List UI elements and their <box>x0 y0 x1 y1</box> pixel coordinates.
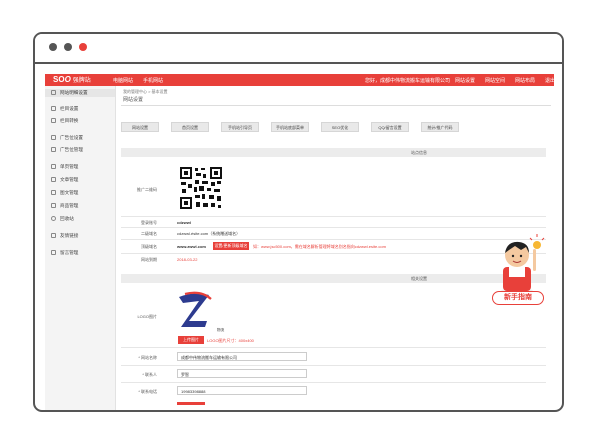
account-value: cdzwwl <box>177 220 192 225</box>
sidebar: 网站明细设置 栏目设置 栏目转换 广告位设置 广告位管理 单页管理 文章管理 图… <box>45 86 116 410</box>
breadcrumb: 我的管理中心 > 基本设置 <box>123 89 168 94</box>
site-logo[interactable]: SOO 强牌站 <box>53 75 91 84</box>
doc-icon <box>51 164 56 170</box>
site-name-label: * 网站名称 <box>138 355 157 360</box>
doc-icon <box>51 135 56 141</box>
divider <box>121 382 546 383</box>
tab-seo[interactable]: SEO优化 <box>321 122 359 132</box>
divider <box>121 347 546 348</box>
account-label: 登录账号 <box>141 220 157 225</box>
nav-link-mobile-site[interactable]: 手机网站 <box>143 77 163 84</box>
clock-icon <box>51 216 56 222</box>
window-dot-icon[interactable] <box>49 43 57 51</box>
company-logo-image <box>179 291 212 327</box>
top-nav: SOO 强牌站 电脑网站 手机网站 您好，成都中伟物流搬车运输有限公司 网站设置 … <box>45 74 555 86</box>
newbie-guide-button[interactable]: 新手指南 <box>492 291 544 305</box>
divider <box>121 216 546 217</box>
tab-stats-code[interactable]: 统计/推广代码 <box>421 122 459 132</box>
logo-size-hint: LOGO图片尺寸：400x400 <box>207 338 254 343</box>
domain-hint: 如：www.jsc500.com，需在域名解析管理将域名别名指向cdzwwl.e… <box>253 244 386 249</box>
window-titlebar <box>35 34 562 64</box>
subdomain-value: cdzwwl.ésite.com（系统赠送域名） <box>177 231 241 236</box>
sidebar-item-message-manage[interactable]: 留言管理 <box>51 250 78 258</box>
link-icon <box>51 233 56 239</box>
tab-mobile-menu[interactable]: 手机站底部菜单 <box>271 122 309 132</box>
site-name-input[interactable]: 成都中伟物流搬车运输有限公司 <box>177 352 307 361</box>
tab-site-settings[interactable]: 网站设置 <box>121 122 159 132</box>
contact-input[interactable]: 罗智 <box>177 369 307 378</box>
tab-mobile-guide[interactable]: 手机站引导页 <box>221 122 259 132</box>
top-domain-label: 顶级域名 <box>141 244 157 249</box>
settings-icon <box>51 90 56 96</box>
sidebar-item-article-manage[interactable]: 文章管理 <box>51 177 78 185</box>
bind-domain-button[interactable]: 设置/更新顶级域名 <box>213 242 249 250</box>
qr-label: 推广二维码 <box>137 187 157 192</box>
upload-logo-button[interactable]: 上传图片 <box>178 336 204 344</box>
doc-icon <box>51 250 56 256</box>
grid-icon <box>51 203 56 209</box>
phone-label: * 联系电话 <box>138 389 157 394</box>
partial-red-bar <box>177 402 205 405</box>
contact-label: * 联系人 <box>142 372 157 377</box>
doc-icon <box>51 177 56 183</box>
nav-link-site-layout[interactable]: 网站布局 <box>515 77 535 84</box>
sidebar-item-recycle-bin[interactable]: 回收站 <box>51 216 74 224</box>
divider <box>121 365 546 366</box>
expire-label: 网站到期 <box>141 257 157 262</box>
sidebar-item-column-settings[interactable]: 栏目设置 <box>51 106 78 114</box>
refresh-icon <box>51 118 56 124</box>
divider <box>121 227 546 228</box>
logo-label: LOGO图片 <box>137 314 157 319</box>
sidebar-item-ad-settings[interactable]: 广告位设置 <box>51 135 83 143</box>
tab-qq-message[interactable]: QQ/留言设置 <box>371 122 409 132</box>
window-dot-icon[interactable] <box>64 43 72 51</box>
nav-link-logout[interactable]: 退出 <box>545 77 555 84</box>
sidebar-item-page-manage[interactable]: 单页管理 <box>51 164 78 172</box>
browser-window: SOO 强牌站 电脑网站 手机网站 您好，成都中伟物流搬车运输有限公司 网站设置 … <box>33 32 564 412</box>
top-domain-value: www.zwwl.com <box>177 244 206 249</box>
sidebar-item-friend-links[interactable]: 友情链接 <box>51 233 78 241</box>
share-icon <box>51 106 56 112</box>
image-icon <box>51 190 56 196</box>
sidebar-item-site-settings[interactable]: 网站明细设置 <box>45 89 115 97</box>
section-related-settings: 相关设置 <box>121 274 546 283</box>
user-greeting: 您好，成都中伟物流搬车运输有限公司 <box>365 78 451 84</box>
nav-link-site-space[interactable]: 网站空间 <box>485 77 505 84</box>
expire-value: 2018-03-22 <box>177 257 198 262</box>
section-site-info: 站点信息 <box>121 148 546 157</box>
page-title: 网站设置 <box>121 96 551 106</box>
sidebar-item-product-manage[interactable]: 商品管理 <box>51 203 78 211</box>
sidebar-item-column-convert[interactable]: 栏目转换 <box>51 118 78 126</box>
window-close-dot-icon[interactable] <box>79 43 87 51</box>
subdomain-label: 二级域名 <box>141 231 157 236</box>
tab-home-settings[interactable]: 首页设置 <box>171 122 209 132</box>
phone-input[interactable]: 19983398888 <box>177 386 307 395</box>
nav-link-pc-site[interactable]: 电脑网站 <box>113 77 133 84</box>
mascot-icon <box>501 234 545 294</box>
logo-caption: 物流 <box>217 328 225 332</box>
divider <box>121 239 546 240</box>
nav-link-site-settings[interactable]: 网站设置 <box>455 77 475 84</box>
sidebar-item-image-manage[interactable]: 图文管理 <box>51 190 78 198</box>
divider <box>121 253 546 254</box>
doc-icon <box>51 147 56 153</box>
qr-code-image <box>178 165 224 211</box>
sidebar-item-ad-manage[interactable]: 广告位管理 <box>51 147 83 155</box>
